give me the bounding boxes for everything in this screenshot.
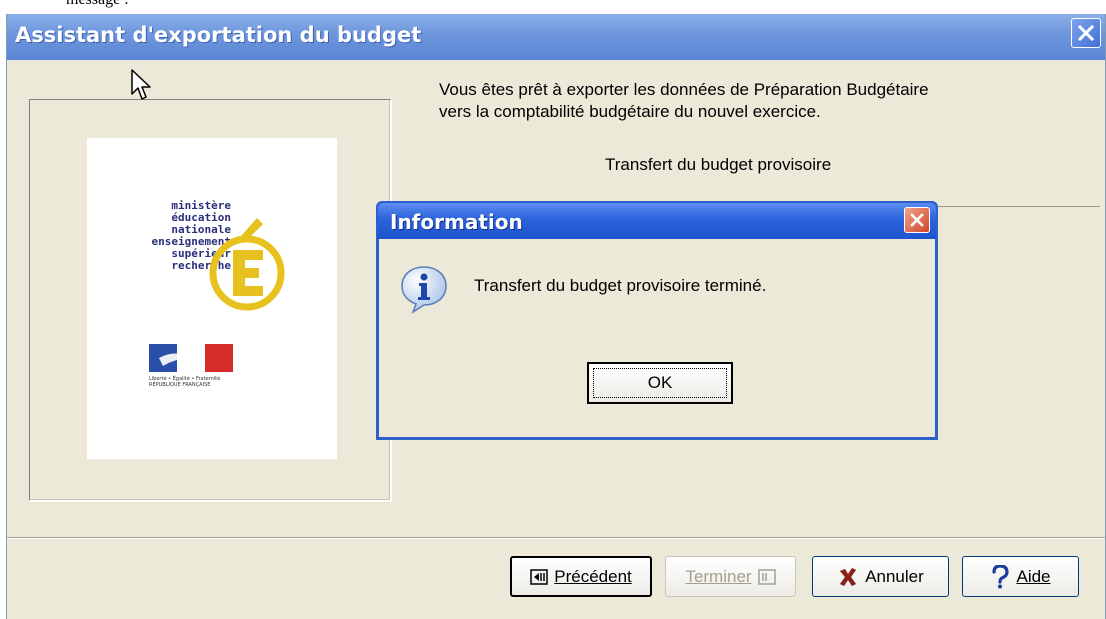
- information-icon: [401, 266, 447, 314]
- cancel-label: Annuler: [865, 566, 924, 586]
- logo-e-emblem-icon: [209, 218, 285, 311]
- wizard-title: Assistant d'exportation du budget: [15, 23, 422, 47]
- finish-label: Terminer: [685, 566, 752, 586]
- wizard-close-button[interactable]: [1071, 18, 1101, 48]
- ok-button[interactable]: OK: [587, 362, 733, 404]
- mouse-pointer-icon: [131, 69, 151, 100]
- flag-caption: Liberté • Égalité • Fraternité RÉPUBLIQU…: [149, 376, 221, 388]
- finish-icon: [757, 568, 776, 585]
- cancel-x-icon: [840, 567, 857, 586]
- footer-separator: [7, 537, 1105, 538]
- ministry-logo: ministère éducation nationale enseigneme…: [87, 138, 337, 459]
- intro-line-1: Vous êtes prêt à exporter les données de…: [439, 80, 929, 99]
- page-caption: message :: [66, 0, 129, 9]
- help-label: Aide: [1016, 566, 1051, 586]
- previous-button[interactable]: Précédent: [510, 556, 652, 597]
- step-subheading: Transfert du budget provisoire: [605, 155, 832, 174]
- separator-line: [937, 206, 1100, 207]
- dialog-title: Information: [390, 210, 523, 234]
- close-icon: [910, 213, 924, 227]
- intro-line-2: vers la comptabilité budgétaire du nouve…: [439, 102, 821, 121]
- help-button[interactable]: Aide: [962, 556, 1079, 597]
- close-icon: [1077, 24, 1095, 42]
- wizard-titlebar[interactable]: Assistant d'exportation du budget: [7, 14, 1105, 60]
- dialog-titlebar[interactable]: Information: [378, 203, 936, 239]
- focus-ring: [593, 368, 727, 398]
- dialog-close-button[interactable]: [904, 207, 930, 233]
- republic-flag-icon: [149, 344, 233, 372]
- intro-text: Vous êtes prêt à exporter les données de…: [439, 79, 929, 123]
- previous-icon: [530, 568, 548, 585]
- cancel-button[interactable]: Annuler: [812, 556, 949, 597]
- information-dialog: Information Transfert du budget provisoi…: [376, 201, 938, 440]
- help-question-icon: [992, 564, 1010, 588]
- previous-label: Précédent: [554, 566, 632, 586]
- dialog-message: Transfert du budget provisoire terminé.: [474, 276, 767, 295]
- finish-button[interactable]: Terminer: [665, 556, 796, 597]
